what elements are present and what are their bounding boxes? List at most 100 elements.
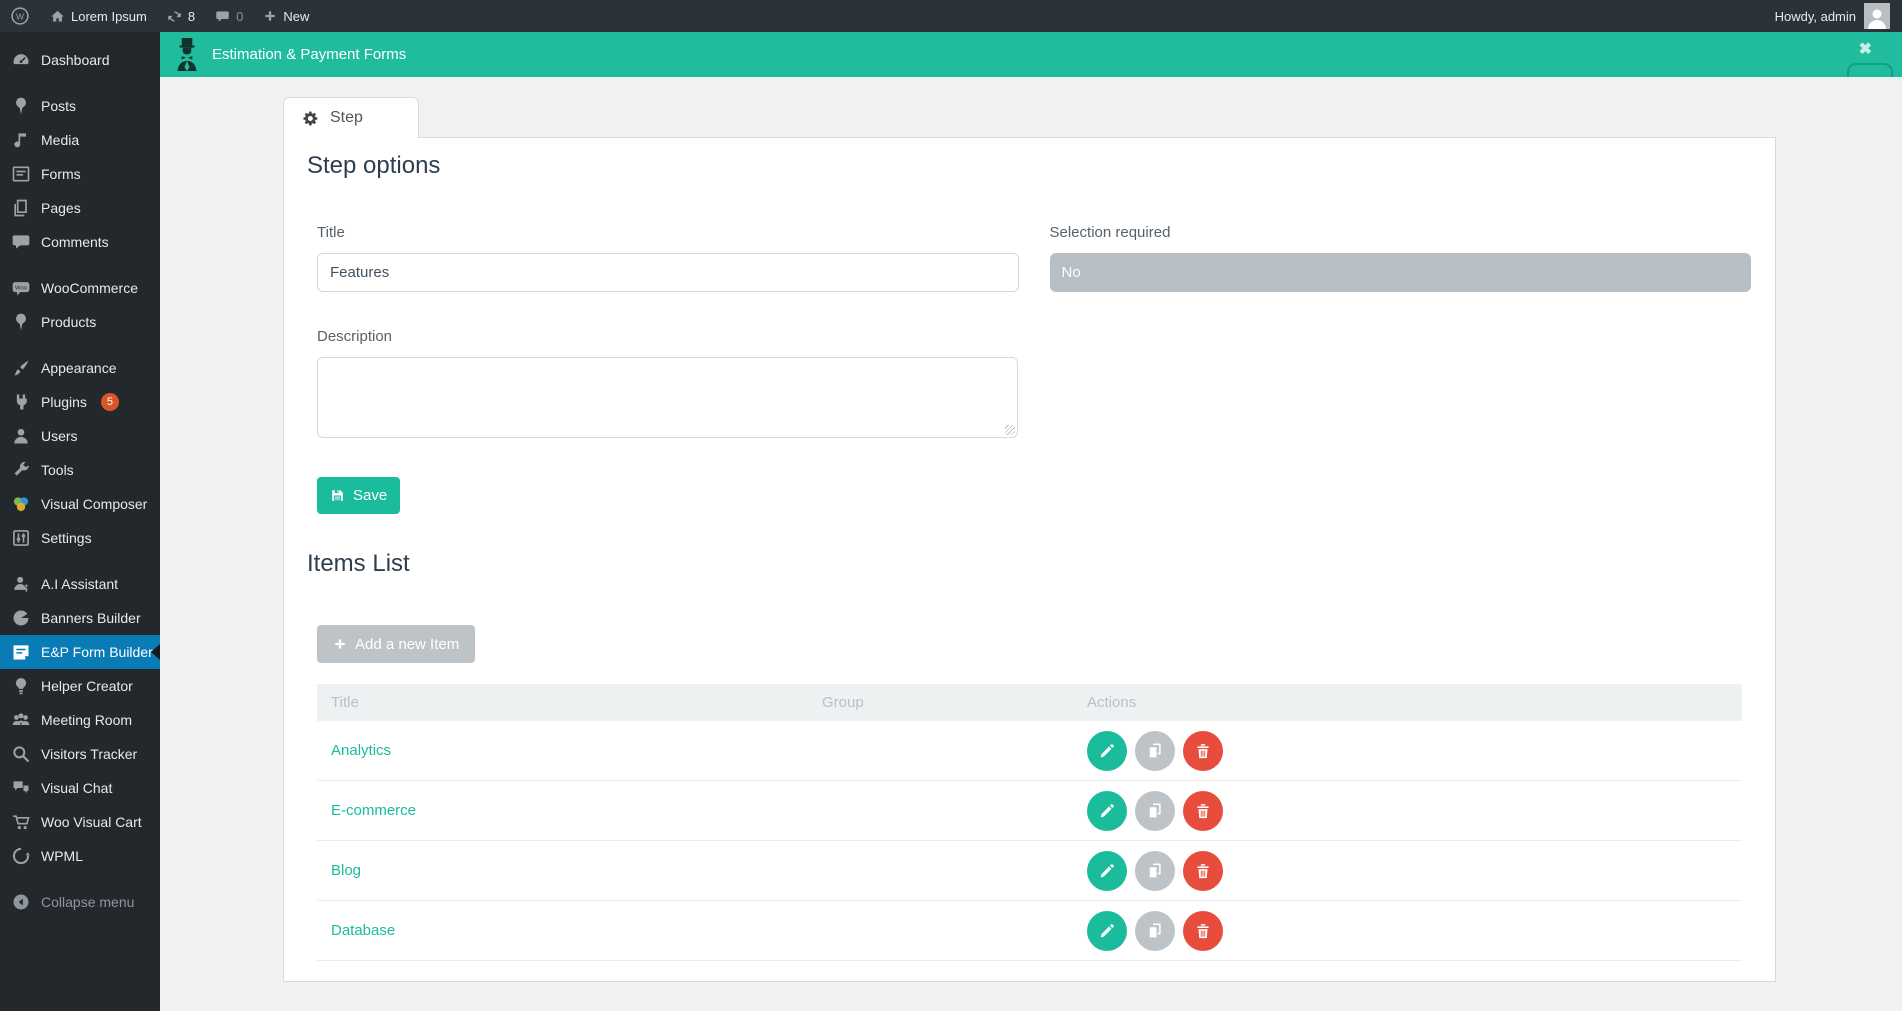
site-name: Lorem Ipsum bbox=[71, 9, 147, 24]
sidebar-item-woocommerce[interactable]: WooCommerce bbox=[0, 271, 160, 305]
sidebar-item-ai-assistant[interactable]: A.I Assistant bbox=[0, 567, 160, 601]
howdy-text[interactable]: Howdy, admin bbox=[1775, 9, 1856, 24]
sidebar-item-ep-form-builder[interactable]: E&P Form Builder bbox=[0, 635, 160, 669]
table-header: Title Group Actions bbox=[317, 684, 1742, 721]
plug-icon bbox=[11, 392, 31, 412]
sidebar-item-appearance[interactable]: Appearance bbox=[0, 351, 160, 385]
sidebar-item-forms[interactable]: Forms bbox=[0, 157, 160, 191]
sidebar-item-visual-chat[interactable]: Visual Chat bbox=[0, 771, 160, 805]
collapse-menu-label: Collapse menu bbox=[41, 894, 134, 910]
updates-link[interactable]: 8 bbox=[157, 0, 205, 32]
sidebar-item-products[interactable]: Products bbox=[0, 305, 160, 339]
step-options-heading: Step options bbox=[307, 152, 1775, 180]
user-icon bbox=[11, 426, 31, 446]
title-field-group: Title bbox=[317, 224, 1019, 292]
close-icon[interactable]: ✖ bbox=[1859, 42, 1872, 58]
save-button[interactable]: Save bbox=[317, 477, 400, 514]
add-new-item-button[interactable]: Add a new Item bbox=[317, 625, 475, 663]
collapse-arrow-icon bbox=[11, 892, 31, 912]
edit-button[interactable] bbox=[1087, 731, 1127, 771]
updates-icon bbox=[167, 9, 182, 24]
home-icon bbox=[50, 9, 65, 24]
delete-button[interactable] bbox=[1183, 911, 1223, 951]
main-content: Estimation & Payment Forms ✖ Step Step o… bbox=[160, 32, 1902, 1011]
resize-grip[interactable] bbox=[1005, 425, 1015, 435]
sidebar-item-banners-builder[interactable]: Banners Builder bbox=[0, 601, 160, 635]
form-icon bbox=[11, 164, 31, 184]
delete-button[interactable] bbox=[1183, 851, 1223, 891]
menu-separator bbox=[0, 77, 160, 89]
sidebar-item-wpml[interactable]: WPML bbox=[0, 839, 160, 873]
sidebar-item-visitors-tracker[interactable]: Visitors Tracker bbox=[0, 737, 160, 771]
sidebar-item-pages[interactable]: Pages bbox=[0, 191, 160, 225]
woo-badge-icon bbox=[11, 278, 31, 298]
sidebar-item-label: Dashboard bbox=[41, 52, 110, 68]
sidebar-item-label: Pages bbox=[41, 200, 81, 216]
gear-icon bbox=[302, 110, 319, 127]
wordpress-menu[interactable] bbox=[0, 0, 40, 32]
sidebar-item-posts[interactable]: Posts bbox=[0, 89, 160, 123]
collapse-menu-button[interactable]: Collapse menu bbox=[0, 885, 160, 919]
site-link[interactable]: Lorem Ipsum bbox=[40, 0, 157, 32]
duplicate-button[interactable] bbox=[1135, 791, 1175, 831]
form-row: Title Selection required No bbox=[317, 224, 1751, 292]
pushpin-icon bbox=[11, 96, 31, 116]
duplicate-button[interactable] bbox=[1135, 911, 1175, 951]
edit-button[interactable] bbox=[1087, 791, 1127, 831]
corner-outline-decoration bbox=[1847, 63, 1893, 77]
new-content-menu[interactable]: New bbox=[253, 0, 319, 32]
description-textarea[interactable] bbox=[317, 357, 1018, 438]
duplicate-button[interactable] bbox=[1135, 851, 1175, 891]
plugin-header-bar: Estimation & Payment Forms ✖ bbox=[160, 32, 1902, 77]
person-silhouette-icon bbox=[1865, 5, 1889, 29]
sidebar-item-visual-composer[interactable]: Visual Composer bbox=[0, 487, 160, 521]
selection-required-value: No bbox=[1050, 253, 1752, 292]
pencil-icon bbox=[1098, 802, 1116, 820]
trash-icon bbox=[1194, 742, 1212, 760]
item-title-link[interactable]: Blog bbox=[317, 862, 822, 879]
sidebar-item-media[interactable]: Media bbox=[0, 123, 160, 157]
row-actions bbox=[1087, 731, 1742, 771]
sidebar-item-users[interactable]: Users bbox=[0, 419, 160, 453]
title-input[interactable] bbox=[317, 253, 1019, 292]
menu-separator bbox=[0, 555, 160, 567]
sidebar-item-label: Visual Composer bbox=[41, 496, 147, 512]
column-header-title: Title bbox=[317, 694, 822, 711]
item-title-link[interactable]: Analytics bbox=[317, 742, 822, 759]
delete-button[interactable] bbox=[1183, 791, 1223, 831]
duplicate-button[interactable] bbox=[1135, 731, 1175, 771]
plus-icon bbox=[263, 9, 277, 23]
media-icon bbox=[11, 130, 31, 150]
item-title-link[interactable]: E-commerce bbox=[317, 802, 822, 819]
lightbulb-icon bbox=[11, 676, 31, 696]
sidebar-item-label: Banners Builder bbox=[41, 610, 141, 626]
sidebar-item-settings[interactable]: Settings bbox=[0, 521, 160, 555]
sidebar-item-plugins[interactable]: Plugins 5 bbox=[0, 385, 160, 419]
plus-icon bbox=[333, 637, 347, 651]
admin-sidebar: Dashboard Posts Media Forms Pages Commen… bbox=[0, 32, 160, 1011]
edit-button[interactable] bbox=[1087, 851, 1127, 891]
sidebar-item-label: Forms bbox=[41, 166, 81, 182]
column-header-actions: Actions bbox=[1087, 694, 1742, 711]
sidebar-item-tools[interactable]: Tools bbox=[0, 453, 160, 487]
sidebar-item-woo-visual-cart[interactable]: Woo Visual Cart bbox=[0, 805, 160, 839]
copy-icon bbox=[1146, 742, 1164, 760]
sidebar-item-label: Plugins bbox=[41, 394, 87, 410]
avatar[interactable] bbox=[1864, 3, 1890, 29]
search-icon bbox=[11, 744, 31, 764]
row-actions bbox=[1087, 911, 1742, 951]
plugin-title: Estimation & Payment Forms bbox=[212, 46, 406, 63]
sidebar-item-helper-creator[interactable]: Helper Creator bbox=[0, 669, 160, 703]
comments-link[interactable]: 0 bbox=[205, 0, 253, 32]
tab-step[interactable]: Step bbox=[283, 97, 419, 138]
selection-required-label: Selection required bbox=[1050, 224, 1752, 241]
delete-button[interactable] bbox=[1183, 731, 1223, 771]
trash-icon bbox=[1194, 862, 1212, 880]
sidebar-item-meeting-room[interactable]: Meeting Room bbox=[0, 703, 160, 737]
sidebar-item-comments[interactable]: Comments bbox=[0, 225, 160, 259]
sidebar-item-dashboard[interactable]: Dashboard bbox=[0, 43, 160, 77]
updates-count: 8 bbox=[188, 9, 195, 24]
save-button-label: Save bbox=[353, 487, 387, 504]
edit-button[interactable] bbox=[1087, 911, 1127, 951]
item-title-link[interactable]: Database bbox=[317, 922, 822, 939]
